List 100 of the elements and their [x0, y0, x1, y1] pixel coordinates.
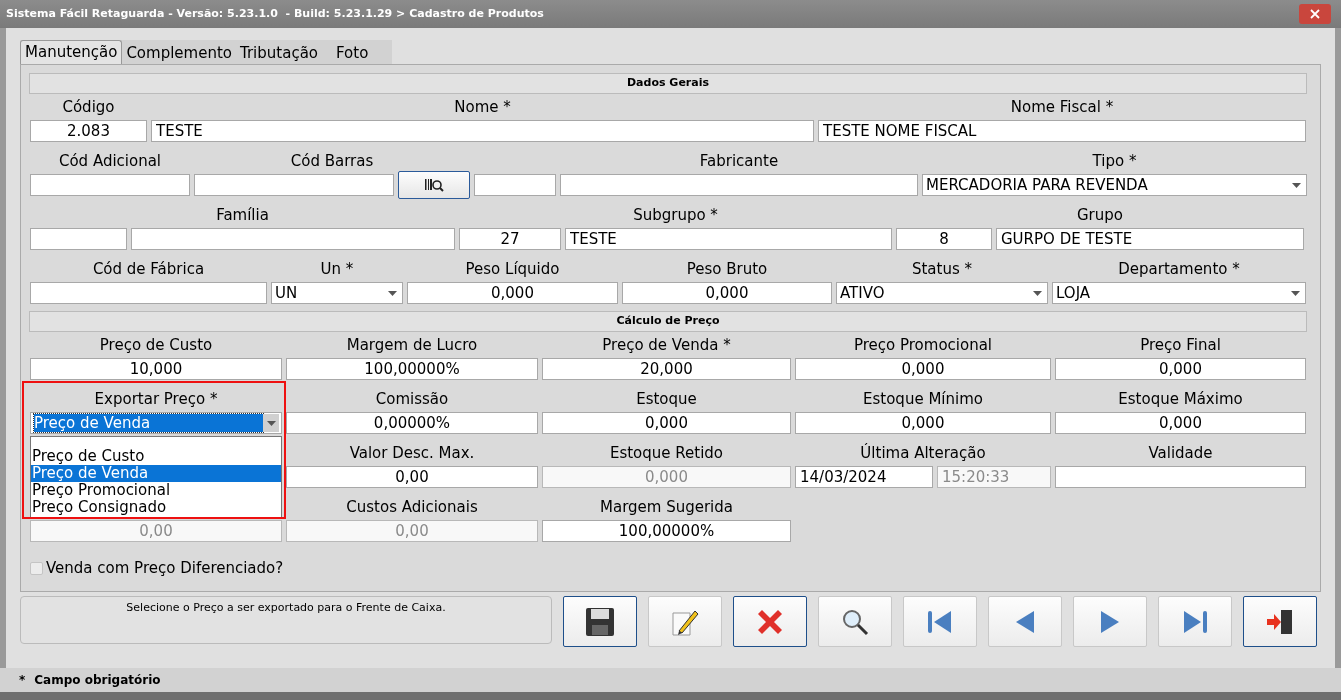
input-field[interactable]: [30, 282, 267, 304]
field-label: Cód Adicional: [58, 151, 162, 173]
input-field[interactable]: [194, 174, 394, 196]
field-label: Valor Desc. Max.: [349, 443, 475, 465]
field-label: Validade: [1148, 443, 1213, 465]
input-field[interactable]: TESTE NOME FISCAL: [818, 120, 1306, 142]
input-field[interactable]: 0,00: [286, 466, 538, 488]
tab[interactable]: Manutenção: [20, 40, 123, 64]
edit-button[interactable]: [648, 596, 722, 647]
right-triangle-icon: [1099, 608, 1121, 635]
barcode-search-icon: [424, 177, 444, 193]
input-field[interactable]: 8: [896, 228, 992, 250]
field-label: Estoque Retido: [609, 443, 724, 465]
dropdown-field[interactable]: UN: [271, 282, 403, 304]
field-label: Margem Sugerida: [600, 497, 733, 519]
close-icon: [1310, 9, 1320, 19]
dropdown-value: LOJA: [1056, 284, 1092, 302]
field-label: Exportar Preço *: [94, 389, 218, 411]
dropdown-option[interactable]: Preço de Venda: [31, 465, 281, 482]
first-button[interactable]: [903, 596, 977, 647]
field-label: Preço Final: [1140, 335, 1221, 357]
dropdown-value: UN: [275, 284, 299, 302]
input-field[interactable]: [30, 174, 190, 196]
input-field[interactable]: TESTE: [565, 228, 892, 250]
input-field[interactable]: 0,000: [795, 358, 1051, 380]
field-label: Cód de Fábrica: [92, 259, 205, 281]
field-label: Última Alteração: [860, 442, 986, 465]
last-button[interactable]: [1158, 596, 1232, 647]
field-label: Cód Barras: [290, 151, 374, 173]
checkbox[interactable]: [30, 561, 43, 575]
exit-button[interactable]: [1243, 596, 1317, 647]
previous-button[interactable]: [988, 596, 1062, 647]
barcode-search-button[interactable]: [398, 171, 470, 199]
required-mark: *: [19, 672, 26, 689]
field-label: Nome *: [454, 97, 511, 119]
search-button[interactable]: [818, 596, 892, 647]
field-label: Subgrupo *: [633, 205, 718, 227]
field-label: Peso Líquido: [465, 259, 560, 281]
input-field[interactable]: 2.083: [30, 120, 147, 142]
field-label: Grupo: [1077, 205, 1123, 227]
input-field[interactable]: TESTE: [151, 120, 814, 142]
field-label: Preço de Venda *: [602, 335, 731, 357]
input-field[interactable]: 14/03/2024: [795, 466, 933, 488]
input-field[interactable]: 27: [459, 228, 561, 250]
dropdown-value: MERCADORIA PARA REVENDA: [926, 176, 1149, 194]
field-label: Estoque Máximo: [1118, 389, 1243, 411]
dropdown-option[interactable]: Preço Consignado: [31, 499, 281, 516]
dropdown-field[interactable]: ATIVO: [836, 282, 1048, 304]
dropdown-value: ATIVO: [840, 284, 886, 302]
input-field[interactable]: 0,000: [622, 282, 832, 304]
dropdown-value: Preço de Venda: [34, 414, 263, 432]
field-label: Estoque Mínimo: [863, 389, 983, 411]
window-title: Sistema Fácil Retaguarda - Versão: 5.23.1.0 - Build: 5.23.1.29 > Cadastro de Produtos: [6, 5, 544, 22]
input-field[interactable]: [474, 174, 556, 196]
field-label: Status *: [911, 259, 973, 281]
hint-text: Selecione o Preço a ser exportado para o Frente de Caixa.: [126, 600, 446, 616]
input-field[interactable]: 0,000: [1055, 358, 1306, 380]
input-field[interactable]: 100,00000%: [542, 520, 791, 542]
caret-icon: [1290, 290, 1300, 296]
section-header: Cálculo de Preço: [29, 311, 1307, 332]
field-label: Custos Adicionais: [346, 497, 478, 519]
field-label: Margem de Lucro: [346, 335, 478, 357]
input-field[interactable]: [131, 228, 455, 250]
field-label: Departamento *: [1118, 259, 1240, 281]
input-field[interactable]: 0,00000%: [286, 412, 538, 434]
next-button[interactable]: [1073, 596, 1147, 647]
dropdown-field[interactable]: LOJA: [1052, 282, 1306, 304]
input-field[interactable]: [30, 228, 127, 250]
input-field[interactable]: GURPO DE TESTE: [996, 228, 1304, 250]
input-field[interactable]: 20,000: [542, 358, 791, 380]
field-label: Tipo *: [1092, 151, 1137, 173]
field-label: Un *: [320, 259, 354, 281]
dropdown-option[interactable]: Preço de Custo: [31, 448, 281, 465]
field-label: Família: [216, 205, 269, 227]
caret-icon: [266, 420, 276, 426]
caret-icon: [1032, 290, 1042, 296]
input-field[interactable]: [1055, 466, 1306, 488]
save-button[interactable]: [563, 596, 637, 647]
dropdown-field[interactable]: Preço de Venda: [30, 412, 282, 434]
section-header: Dados Gerais: [29, 73, 1307, 94]
field-label: Estoque: [636, 389, 697, 411]
left-triangle-icon: [1014, 608, 1036, 635]
checkbox-label: Venda com Preço Diferenciado?: [46, 558, 284, 579]
input-field[interactable]: 100,00000%: [286, 358, 538, 380]
dropdown-option[interactable]: Preço Promocional: [31, 482, 281, 499]
input-field[interactable]: 10,000: [30, 358, 282, 380]
field-label: Peso Bruto: [686, 259, 768, 281]
delete-button[interactable]: [733, 596, 807, 647]
input-field[interactable]: [560, 174, 918, 196]
input-field[interactable]: 0,000: [795, 412, 1051, 434]
close-button[interactable]: [1299, 4, 1331, 24]
required-note: Campo obrigatório: [34, 672, 161, 689]
input-field[interactable]: 0,000: [1055, 412, 1306, 434]
field-label: Nome Fiscal *: [1010, 97, 1114, 119]
field-label: Preço de Custo: [99, 335, 213, 357]
field-label: Comissão: [375, 389, 449, 411]
input-field[interactable]: 0,000: [542, 412, 791, 434]
field-label: Código: [62, 97, 115, 119]
dropdown-field[interactable]: MERCADORIA PARA REVENDA: [922, 174, 1307, 196]
input-field[interactable]: 0,000: [407, 282, 618, 304]
